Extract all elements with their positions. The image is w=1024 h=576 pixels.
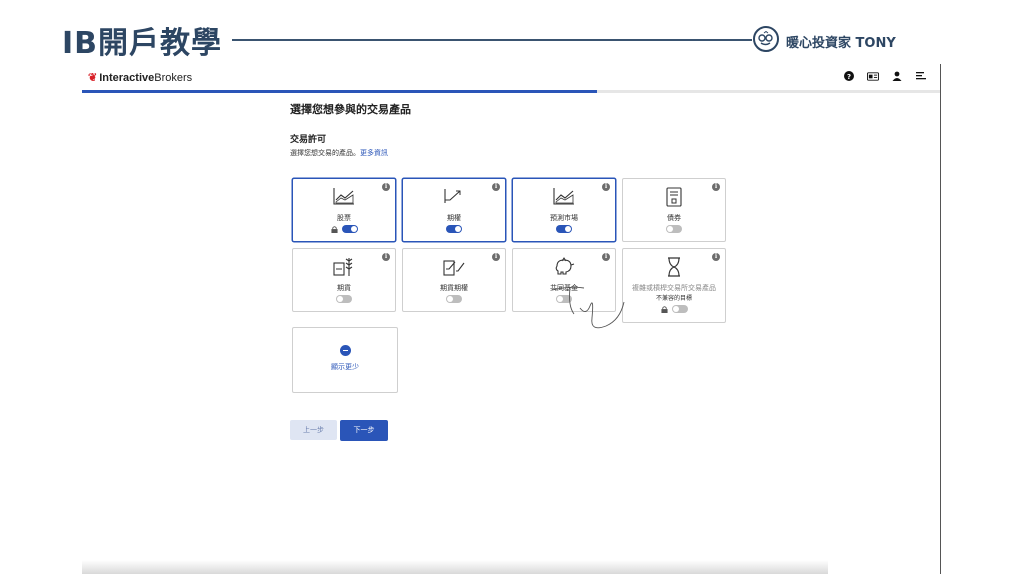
slide-divider — [232, 39, 752, 41]
slide-title: IB開戶教學 — [62, 26, 223, 61]
window-bottom-shadow — [82, 560, 828, 574]
slide-brand: 暖心投資家 TONY — [786, 36, 896, 51]
prev-button[interactable]: 上一步 — [290, 420, 337, 440]
toggle-row — [403, 225, 505, 233]
info-icon[interactable]: i — [492, 183, 500, 191]
product-card[interactable]: i 複雜或槓桿交易所交易產品 不兼容的目標 — [622, 248, 726, 323]
info-icon[interactable]: i — [712, 183, 720, 191]
product-card[interactable]: i 預測市場 — [512, 178, 616, 242]
product-label: 股票 — [337, 214, 351, 222]
info-icon[interactable]: i — [602, 183, 610, 191]
toggle-row — [403, 295, 505, 303]
ib-logo[interactable]: ❦ InteractiveBrokers — [88, 71, 192, 84]
help-icon[interactable]: ? — [843, 70, 855, 82]
product-toggle[interactable] — [446, 295, 462, 303]
info-icon[interactable]: i — [712, 253, 720, 261]
top-icons: ? — [843, 70, 927, 82]
toggle-row — [293, 225, 395, 233]
product-label: 期貨 — [337, 284, 351, 292]
piggy-bank-icon — [553, 257, 575, 279]
toggle-row — [623, 225, 725, 233]
prediction-chart-icon — [553, 187, 575, 209]
bond-document-icon — [666, 187, 682, 211]
ib-flame-icon: ❦ — [88, 72, 98, 84]
section-desc-text: 選擇您想交易的產品。 — [290, 149, 360, 157]
product-toggle[interactable] — [341, 225, 358, 233]
show-less-label: 顯示更少 — [331, 363, 359, 371]
product-label: 複雜或槓桿交易所交易產品 — [632, 284, 716, 292]
section-title: 交易許可 — [290, 135, 327, 145]
product-toggle[interactable] — [446, 225, 462, 233]
minus-circle-icon — [340, 345, 351, 356]
toggle-row — [293, 295, 395, 303]
window-edge — [940, 64, 941, 574]
product-label: 期權 — [447, 214, 461, 222]
show-less-card[interactable]: 顯示更少 — [292, 327, 398, 393]
product-toggle[interactable] — [556, 225, 572, 233]
product-toggle[interactable] — [666, 225, 682, 233]
section-desc: 選擇您想交易的產品。更多資訊 — [290, 148, 388, 158]
lock-icon — [660, 305, 668, 313]
lock-icon — [330, 225, 338, 233]
progress-fill — [82, 90, 598, 93]
stock-chart-icon — [333, 187, 355, 209]
product-card[interactable]: i 債券 — [622, 178, 726, 242]
product-toggle[interactable] — [671, 305, 688, 313]
product-sublabel: 不兼容的目標 — [655, 295, 692, 302]
progress-bar — [82, 90, 941, 93]
next-button[interactable]: 下一步 — [340, 420, 388, 441]
brand-logo-icon — [753, 26, 779, 52]
toggle-row — [623, 305, 725, 313]
futures-options-icon — [443, 257, 465, 281]
options-icon — [443, 187, 465, 209]
product-card[interactable]: i 期貨 — [292, 248, 396, 312]
id-card-icon[interactable] — [867, 70, 879, 82]
hourglass-icon — [667, 257, 681, 281]
futures-wheat-icon — [333, 257, 355, 281]
product-label: 債券 — [667, 214, 681, 222]
ib-app-window: ❦ InteractiveBrokers ? 選擇您想參與的交易產品 交易許可 選… — [82, 64, 941, 574]
top-bar: ❦ InteractiveBrokers ? — [82, 64, 941, 90]
page-title: 選擇您想參與的交易產品 — [290, 103, 411, 116]
product-card[interactable]: i 股票 — [292, 178, 396, 242]
signature-watermark — [551, 286, 625, 329]
user-icon[interactable] — [891, 70, 903, 82]
product-toggle[interactable] — [336, 295, 352, 303]
product-label: 期貨期權 — [440, 284, 468, 292]
product-card[interactable]: i 期貨期權 — [402, 248, 506, 312]
svg-text:?: ? — [847, 73, 851, 81]
info-icon[interactable]: i — [382, 253, 390, 261]
product-label: 預測市場 — [550, 214, 578, 222]
info-icon[interactable]: i — [492, 253, 500, 261]
info-icon[interactable]: i — [382, 183, 390, 191]
info-icon[interactable]: i — [602, 253, 610, 261]
logo-prefix: Interactive — [99, 72, 155, 84]
logo-suffix: Brokers — [154, 72, 193, 84]
menu-icon[interactable] — [915, 70, 927, 82]
toggle-row — [513, 225, 615, 233]
more-info-link[interactable]: 更多資訊 — [360, 149, 388, 157]
product-card[interactable]: i 期權 — [402, 178, 506, 242]
